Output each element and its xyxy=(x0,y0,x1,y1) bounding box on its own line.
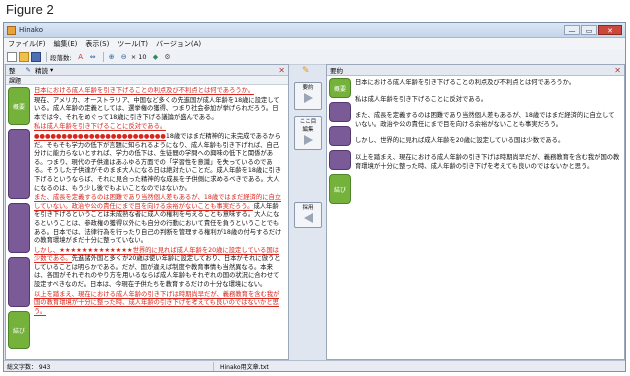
summary-side-tabs: 概要 結び xyxy=(329,78,351,357)
close-icon[interactable]: ✕ xyxy=(614,66,621,75)
edit-here-label-a: ここ目 xyxy=(299,119,317,125)
adopt-button-label: 採用 xyxy=(302,205,314,211)
source-paragraph: 現在、アメリカ、オーストラリア、中国など多くの先進国が成人年齢を18歳に設定して… xyxy=(34,97,284,123)
arrow-right-icon xyxy=(303,135,313,145)
figure-label: Figure 2 xyxy=(6,2,54,17)
edit-here-label-b: 編集 xyxy=(302,127,314,133)
close-icon[interactable]: ✕ xyxy=(278,66,285,75)
save-icon[interactable] xyxy=(31,52,41,62)
mode-select[interactable]: 精読 xyxy=(35,65,48,75)
font-size-icon[interactable]: A xyxy=(76,52,86,62)
source-side-tabs: 概要 結び xyxy=(8,87,30,357)
highlighted-sentence: ●●●●●●●●●●●●●●●●●●●●●●●● xyxy=(34,132,166,141)
source-paragraph: しかし、★★★★★★★★★★★★★世界的に見れば成人年齢を20歳に設定している国… xyxy=(34,246,284,290)
toolbar: 段落数: A ⇔ ⊕ ⊖ × 10 ◆ ⚙ xyxy=(4,50,625,65)
summary-text-area[interactable]: 日本における成人年齢を引き下げることの利点及び不利点とは何であろうか。 私は成人年… xyxy=(355,79,620,357)
menu-edit[interactable]: 編集(E) xyxy=(54,39,78,49)
app-window: Hinako — ▭ ✕ ファイル(F) 編集(E) 表示(S) ツール(T) … xyxy=(3,22,626,372)
new-document-icon[interactable] xyxy=(7,52,17,62)
source-paragraph: 以上を踏まえ、現在における成人年齢の引き下げは時期尚早だが、義務教育を含む我が国… xyxy=(34,290,284,317)
zoom-level: × 10 xyxy=(130,53,147,61)
menu-view[interactable]: 表示(S) xyxy=(85,39,109,49)
zoom-out-icon[interactable]: ⊖ xyxy=(119,52,129,62)
tab-overview[interactable]: 概要 xyxy=(329,78,351,98)
highlighted-sentence: 以上を踏まえ、現在における成人年齢の引き下げは時期尚早だが、義務教育を含む我が国… xyxy=(34,290,280,316)
status-bar: 総文字数： 943 Hinako用文章.txt xyxy=(4,360,625,371)
summary-paragraph: しかし、世界的に見れば成人年齢を20歳に設定している国は少数である。 xyxy=(355,137,565,145)
summary-paragraph: 以上を踏まえ、現在における成人年齢の引き下げは時期尚早だが、義務教育を含む我が国… xyxy=(355,153,620,170)
palette-icon[interactable]: ◆ xyxy=(151,52,161,62)
source-paragraph: ●●●●●●●●●●●●●●●●●●●●●●●●18歳ではまだ精神的に未完成であ… xyxy=(34,132,284,193)
toolbar-separator xyxy=(46,52,47,62)
format-icon[interactable]: ⇔ xyxy=(88,52,98,62)
paragraph-count-label: 段落数: xyxy=(50,54,72,62)
source-paragraph: 日本における成人年齢を引き下げることの利点及び不利点とは何であろうか。 xyxy=(34,87,284,96)
tab-body-3[interactable] xyxy=(329,150,351,170)
subheader-label: 課題 xyxy=(9,77,22,85)
summary-paragraph: また、成長を定義するのは困難であり当然個人差もあるが、18歳ではまだ経済的に自立… xyxy=(355,112,615,128)
tab-conclusion[interactable]: 結び xyxy=(329,174,351,204)
edit-icon[interactable]: ✎ xyxy=(26,66,31,74)
window-title: Hinako xyxy=(19,26,44,34)
source-paragraph: また、成長を定義するのは困難であり当然個人差もあるが、18歳ではまだ経済的に自立… xyxy=(34,194,284,246)
source-panel: 整 ✎ 精読 ▾ ✕ 課題 概要 結び 日本における成人年齢を引き下げることの利… xyxy=(5,64,289,360)
highlighted-sentence: 私は成人年齢を引き下げることに反対である。 xyxy=(34,123,167,132)
highlighted-sentence: 日本における成人年齢を引き下げることの利点及び不利点とは何であろうか。 xyxy=(34,87,255,95)
source-panel-label: 整 xyxy=(9,67,16,75)
paragraph-text: 先進諸外国と多くが20歳は使い年齢に設定しており、日本がそれに倣うとしていること… xyxy=(34,255,281,289)
char-count: 総文字数： 943 xyxy=(7,361,214,371)
menu-file[interactable]: ファイル(F) xyxy=(8,39,46,49)
source-text-area[interactable]: 日本における成人年齢を引き下げることの利点及び不利点とは何であろうか。 現在、アメ… xyxy=(34,87,284,357)
edit-here-button[interactable]: ここ目 編集 xyxy=(294,116,322,150)
title-bar: Hinako — ▭ ✕ xyxy=(4,23,625,38)
source-panel-body: 概要 結び 日本における成人年齢を引き下げることの利点及び不利点とは何であろうか… xyxy=(6,85,288,359)
summary-panel: 要約 ✕ 概要 結び 日本における成人年齢を引き下げることの利点及び不利点とは何… xyxy=(326,64,625,360)
tab-body-2[interactable] xyxy=(8,203,30,253)
tab-body-2[interactable] xyxy=(329,126,351,146)
summarize-button[interactable]: 要約 xyxy=(294,82,322,110)
tab-body-1[interactable] xyxy=(329,102,351,122)
open-folder-icon[interactable] xyxy=(19,52,29,62)
file-name: Hinako用文章.txt xyxy=(220,363,269,371)
close-window-button[interactable]: ✕ xyxy=(598,25,622,35)
summary-panel-body: 概要 結び 日本における成人年齢を引き下げることの利点及び不利点とは何であろうか… xyxy=(327,76,624,359)
tab-overview[interactable]: 概要 xyxy=(8,87,30,125)
app-icon xyxy=(7,25,16,35)
paragraph-text: 18歳ではまだ精神的に未完成であるからだ。そもそも学力の低下が言題に知られるよう… xyxy=(34,132,282,192)
maximize-button[interactable]: ▭ xyxy=(581,25,597,35)
paragraph-text: 現在、アメリカ、オーストラリア、中国など多くの先進国が成人年齢を18歳に設定して… xyxy=(34,96,280,121)
minimize-button[interactable]: — xyxy=(564,25,580,35)
menu-bar: ファイル(F) 編集(E) 表示(S) ツール(T) バージョン(A) xyxy=(4,38,625,50)
source-panel-subheader: 課題 xyxy=(6,76,288,85)
menu-version[interactable]: バージョン(A) xyxy=(156,39,201,49)
chevron-down-icon[interactable]: ▾ xyxy=(50,66,53,74)
workspace: 整 ✎ 精読 ▾ ✕ 課題 概要 結び 日本における成人年齢を引き下げることの利… xyxy=(4,64,625,360)
arrow-left-icon xyxy=(303,213,313,223)
summarize-button-label: 要約 xyxy=(302,85,314,91)
tab-conclusion[interactable]: 結び xyxy=(8,311,30,349)
source-panel-header: 整 ✎ 精読 ▾ ✕ xyxy=(6,65,288,76)
source-paragraph: 私は成人年齢を引き下げることに反対である。 xyxy=(34,123,284,132)
toolbar-separator xyxy=(102,52,104,62)
action-column: ✎ 要約 ここ目 編集 採用 xyxy=(290,64,325,360)
arrow-right-icon xyxy=(303,93,313,103)
summary-paragraph: 日本における成人年齢を引き下げることの利点及び不利点とは何であろうか。 xyxy=(355,79,576,86)
summary-panel-label: 要約 xyxy=(330,67,343,75)
menu-tools[interactable]: ツール(T) xyxy=(117,39,148,49)
summary-panel-header: 要約 ✕ xyxy=(327,65,624,76)
tab-body-1[interactable] xyxy=(8,129,30,199)
adopt-button[interactable]: 採用 xyxy=(294,202,322,228)
tab-body-3[interactable] xyxy=(8,257,30,307)
pencil-icon: ✎ xyxy=(302,66,310,76)
zoom-in-icon[interactable]: ⊕ xyxy=(107,52,117,62)
summary-paragraph: 私は成人年齢を引き下げることに反対である。 xyxy=(355,95,488,103)
settings-icon[interactable]: ⚙ xyxy=(163,52,173,62)
highlighted-sentence: また、成長を定義するのは困難であり当然個人差もあるが、18歳ではまだ経済的に自立… xyxy=(34,194,282,211)
